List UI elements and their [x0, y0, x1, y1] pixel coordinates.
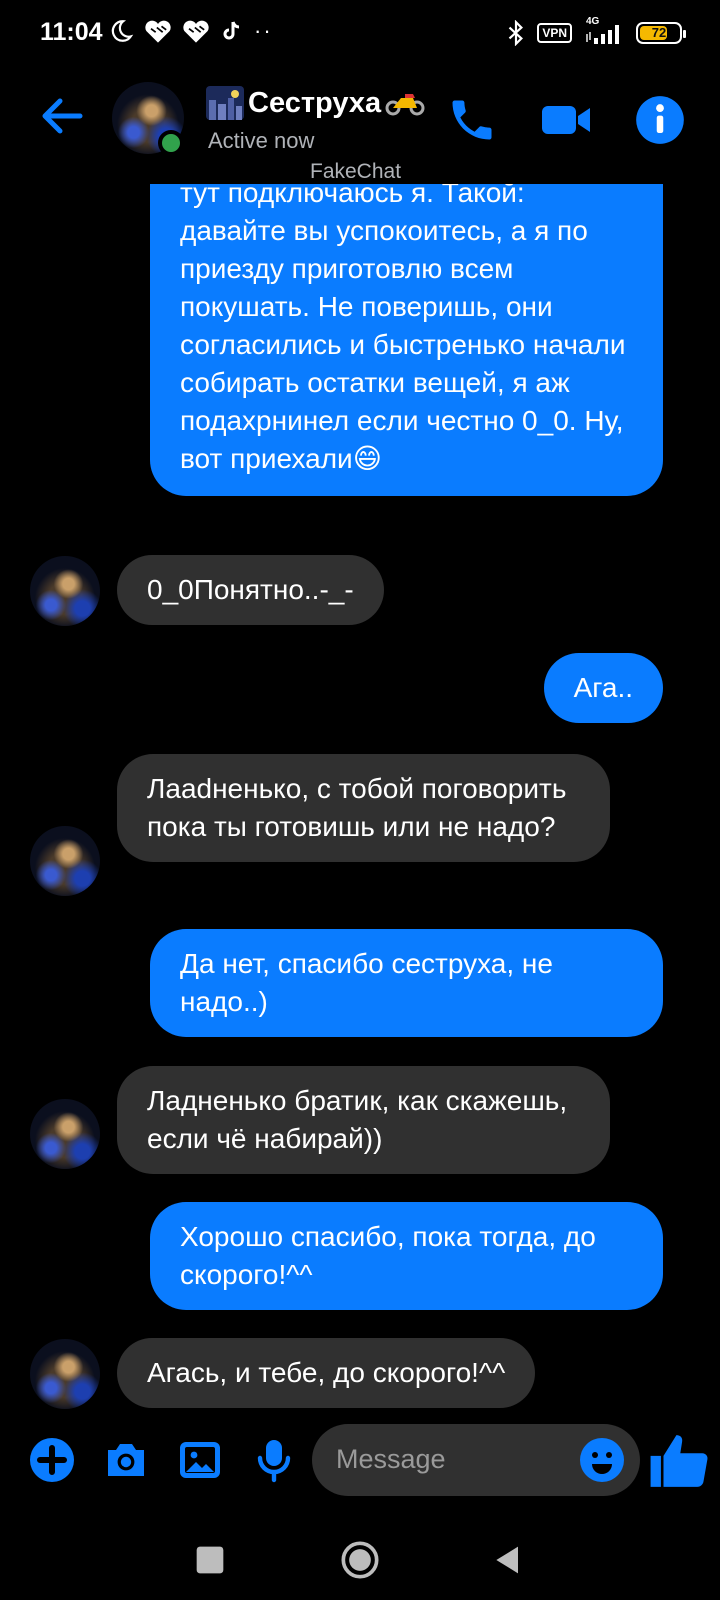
message-composer: Message [0, 1410, 720, 1520]
message-bubble-outgoing[interactable]: Да нет, спасибо сеструха, не надо..) [150, 929, 663, 1037]
message-bubble-outgoing[interactable]: Ага.. [543, 653, 663, 723]
message-input-placeholder: Message [336, 1444, 446, 1474]
signal-icon: 4G [584, 16, 624, 46]
system-navigation-bar [0, 1520, 720, 1600]
vpn-badge: VPN [537, 23, 572, 43]
battery-nub [683, 30, 686, 38]
messenger-screen: 11:04 ·· VPN 4G 72 Сеструха Active now F… [0, 0, 720, 1600]
contact-avatar-small [30, 1099, 100, 1169]
message-bubble-incoming[interactable]: Агась, и тебе, до скорого!^^ [117, 1338, 536, 1408]
battery-indicator: 72 [636, 22, 686, 44]
message-bubble-outgoing[interactable]: тут подключаюсь я. Такой: давайте вы усп… [150, 184, 663, 496]
online-indicator [158, 130, 184, 156]
heart-icon [145, 20, 171, 43]
status-time: 11:04 [40, 18, 103, 46]
message-bubble-incoming[interactable]: 0_0Понятно..-_- [117, 555, 384, 625]
camera-icon[interactable] [102, 1436, 150, 1484]
back-button[interactable] [38, 92, 86, 140]
image-icon[interactable] [176, 1436, 224, 1484]
message-input[interactable]: Message [312, 1424, 640, 1496]
contact-avatar-small [30, 1339, 100, 1409]
watermark-label: FakeChat [310, 160, 402, 183]
more-notifications-icon: ·· [254, 18, 273, 43]
recent-apps-button[interactable] [190, 1540, 230, 1580]
heart-icon [183, 20, 209, 43]
contact-avatar-small [30, 826, 100, 896]
moon-icon [111, 20, 134, 42]
emoji-icon[interactable] [578, 1436, 626, 1484]
night-city-emoji-icon [206, 86, 244, 120]
microphone-icon[interactable] [250, 1436, 298, 1484]
video-camera-icon[interactable] [540, 94, 592, 146]
motorcycle-emoji-icon [385, 94, 425, 116]
battery-percent: 72 [651, 25, 667, 40]
back-nav-button[interactable] [488, 1540, 528, 1580]
conversation-header: Сеструха Active now FakeChat [0, 72, 720, 184]
status-system-icons: VPN 4G 72 [507, 16, 686, 46]
message-bubble-outgoing[interactable]: Хорошо спасибо, пока тогда, до скорого!^… [150, 1202, 663, 1310]
active-status: Active now [208, 128, 315, 153]
bluetooth-icon [509, 20, 524, 46]
phone-icon[interactable] [446, 94, 498, 146]
status-notification-icons: ·· [108, 18, 273, 44]
tiktok-icon [223, 21, 240, 40]
contact-name-row[interactable]: Сеструха [206, 86, 425, 120]
info-icon[interactable] [634, 94, 686, 146]
home-button[interactable] [340, 1540, 380, 1580]
contact-avatar-small [30, 556, 100, 626]
message-bubble-incoming[interactable]: Лааdненько, с тобой поговорить пока ты г… [117, 754, 610, 862]
thumbs-up-icon[interactable] [648, 1430, 710, 1492]
plus-icon[interactable] [28, 1436, 76, 1484]
contact-name: Сеструха [248, 86, 382, 119]
message-list[interactable]: тут подключаюсь я. Такой: давайте вы усп… [0, 184, 720, 1410]
message-bubble-incoming[interactable]: Ладненько братик, как скажешь, если чё н… [117, 1066, 610, 1174]
status-bar: 11:04 ·· VPN 4G 72 [0, 0, 720, 72]
